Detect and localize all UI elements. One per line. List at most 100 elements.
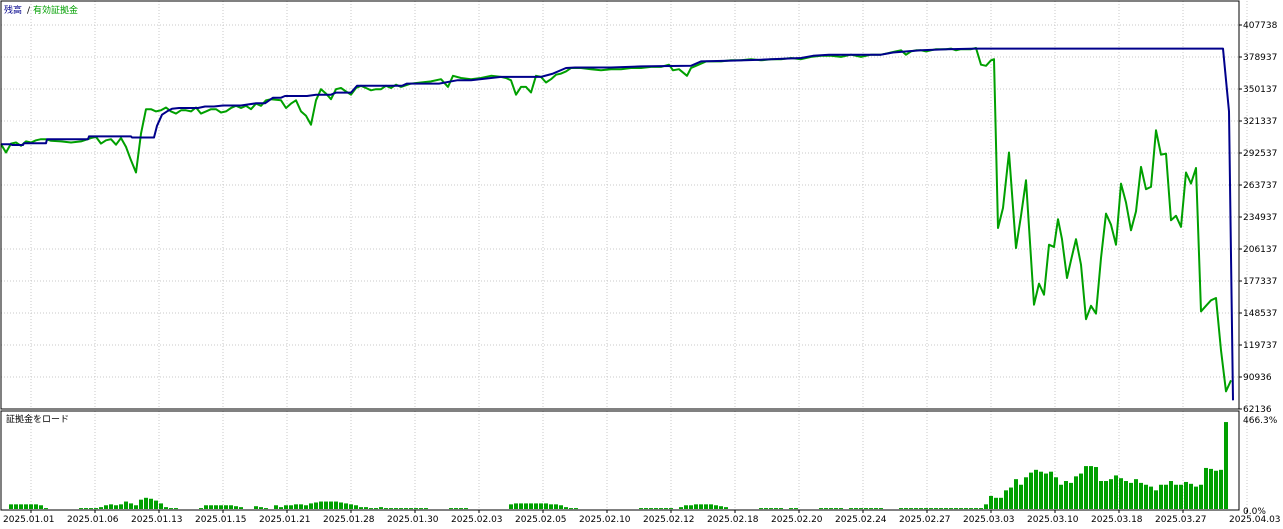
- x-tick-label: 2025.01.01: [3, 515, 55, 525]
- margin-bar: [419, 508, 423, 510]
- margin-bar: [399, 508, 403, 510]
- margin-bar: [939, 508, 943, 510]
- margin-bar: [379, 507, 383, 509]
- margin-bar: [854, 508, 858, 510]
- margin-bar: [324, 501, 328, 509]
- margin-bar: [664, 508, 668, 510]
- margin-bar: [1164, 484, 1168, 509]
- margin-bar: [764, 508, 768, 510]
- margin-bar: [1144, 484, 1148, 509]
- margin-bar: [299, 504, 303, 509]
- margin-bar: [839, 508, 843, 510]
- margin-bar: [834, 508, 838, 510]
- y-tick-label: 177337: [1243, 277, 1277, 287]
- margin-bar: [774, 508, 778, 510]
- margin-bar: [684, 505, 688, 509]
- margin-bar: [759, 508, 763, 510]
- margin-bar: [139, 499, 143, 509]
- margin-bar: [239, 507, 243, 509]
- main-panel-frame: [0, 0, 1240, 410]
- series-line: [0, 47, 1232, 393]
- margin-bar: [174, 508, 178, 510]
- x-tick-label: 2025.03.27: [1155, 515, 1207, 525]
- margin-bar: [1069, 482, 1073, 509]
- margin-bar: [104, 505, 108, 509]
- margin-bar: [1109, 479, 1113, 509]
- margin-bar: [574, 508, 578, 510]
- margin-bar: [374, 508, 378, 510]
- margin-bar: [34, 504, 38, 509]
- margin-bar: [1169, 481, 1173, 509]
- margin-bar: [859, 508, 863, 510]
- x-tick-label: 2025.02.10: [579, 515, 631, 525]
- margin-bar: [274, 505, 278, 509]
- margin-bar: [259, 507, 263, 509]
- y-tick-label: 148537: [1243, 309, 1277, 319]
- margin-bar: [789, 508, 793, 510]
- margin-bar: [1029, 472, 1033, 509]
- y-tick-label: 321337: [1243, 117, 1277, 127]
- margin-bar: [879, 508, 883, 510]
- x-axis-ticks: 2025.01.01 2025.01.06 2025.01.13 2025.01.15…: [3, 510, 1281, 525]
- margin-bar: [829, 508, 833, 510]
- margin-bar: [659, 508, 663, 510]
- margin-bar: [1039, 471, 1043, 509]
- margin-bar: [1134, 479, 1138, 509]
- margin-bar: [89, 508, 93, 510]
- margin-bar: [649, 508, 653, 510]
- margin-bar: [1199, 484, 1203, 509]
- margin-bar: [779, 508, 783, 510]
- margin-bar: [1159, 484, 1163, 509]
- y-tick-label: 234937: [1243, 213, 1277, 223]
- margin-bar: [679, 507, 683, 509]
- margin-bar: [999, 497, 1003, 509]
- margin-bar: [129, 503, 133, 509]
- margin-bar: [1099, 481, 1103, 509]
- y-tick-label: 90936: [1243, 373, 1272, 383]
- margin-bar: [339, 502, 343, 509]
- x-tick-label: 2025.01.13: [131, 515, 183, 525]
- margin-bar: [654, 508, 658, 510]
- margin-bar: [149, 498, 153, 509]
- margin-bar: [564, 507, 568, 509]
- y-tick-label: 119737: [1243, 341, 1277, 351]
- margin-bar: [449, 508, 453, 510]
- x-tick-label: 2025.02.05: [515, 515, 567, 525]
- x-tick-label: 2025.01.15: [195, 515, 247, 525]
- margin-bar: [1174, 484, 1178, 509]
- x-tick-label: 2025.03.18: [1091, 515, 1143, 525]
- x-tick-label: 2025.03.03: [963, 515, 1015, 525]
- margin-bar: [134, 505, 138, 509]
- margin-bar: [949, 508, 953, 510]
- margin-bar: [984, 504, 988, 509]
- margin-bar: [989, 495, 993, 509]
- margin-bar: [519, 503, 523, 509]
- margin-bar: [1129, 482, 1133, 509]
- margin-bar: [709, 504, 713, 509]
- margin-bar: [1059, 484, 1063, 509]
- x-tick-label: 2025.04.03: [1229, 515, 1281, 525]
- margin-bar: [454, 508, 458, 510]
- margin-bars: [9, 422, 1228, 510]
- margin-bar: [329, 501, 333, 509]
- x-tick-label: 2025.02.03: [451, 515, 503, 525]
- margin-bar: [559, 505, 563, 509]
- margin-bar: [874, 508, 878, 510]
- margin-bar: [1044, 473, 1048, 509]
- x-tick-label: 2025.03.10: [1027, 515, 1079, 525]
- margin-bar: [349, 504, 353, 509]
- margin-bar: [119, 504, 123, 509]
- margin-bar: [524, 503, 528, 509]
- margin-bar: [124, 501, 128, 509]
- margin-bar: [204, 505, 208, 509]
- margin-bar: [934, 508, 938, 510]
- margin-bar: [1064, 481, 1068, 509]
- margin-bar: [1094, 467, 1098, 509]
- margin-bar: [1104, 481, 1108, 509]
- margin-bar: [909, 508, 913, 510]
- margin-bar: [914, 508, 918, 510]
- margin-bar: [369, 508, 373, 510]
- margin-bar: [1194, 486, 1198, 509]
- margin-bar: [644, 508, 648, 510]
- margin-bar: [1009, 487, 1013, 509]
